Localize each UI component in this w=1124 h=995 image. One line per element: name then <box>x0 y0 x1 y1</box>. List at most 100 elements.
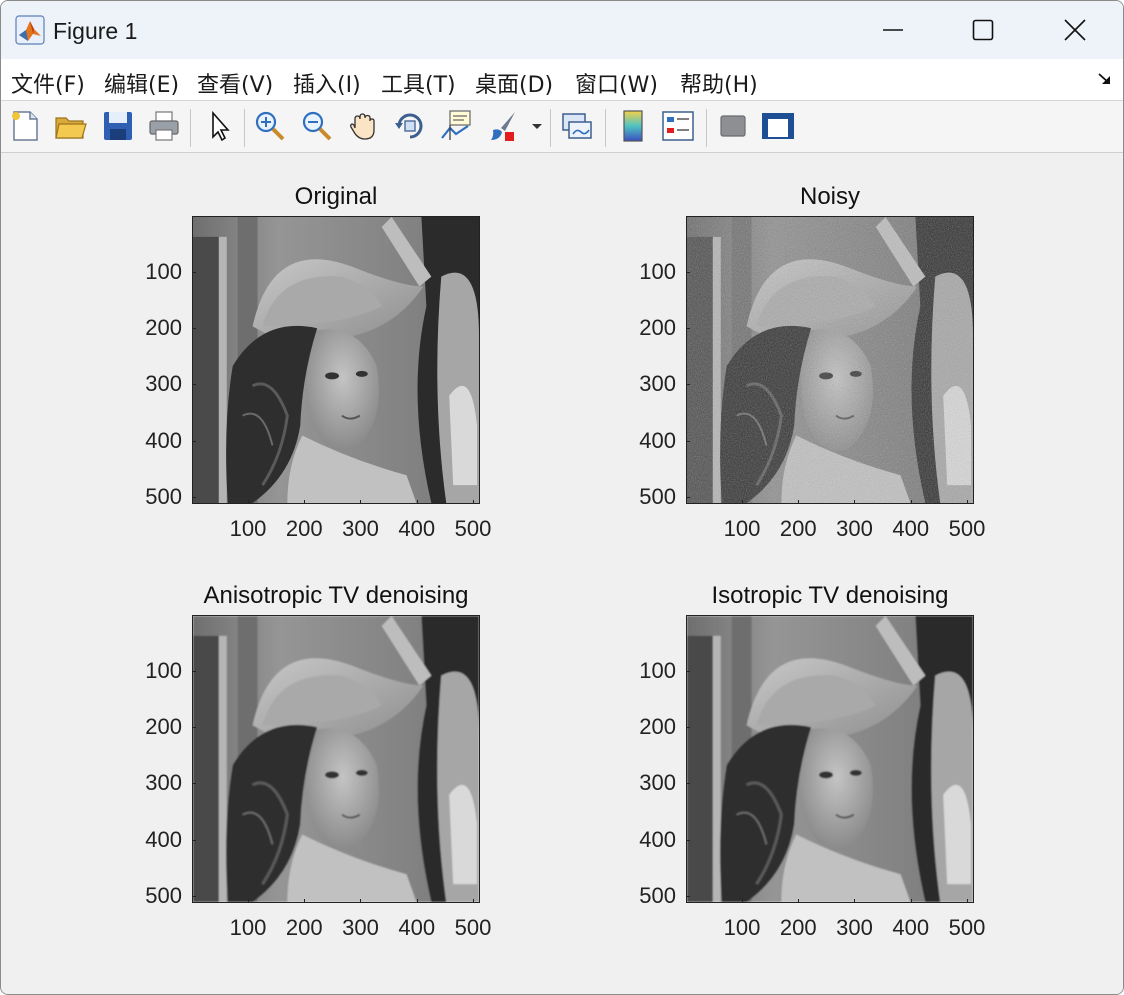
y-tick-label: 300 <box>145 770 182 796</box>
x-tick-label: 500 <box>454 516 492 541</box>
figure-window: Figure 1 文件(F) 编辑(E) 查看(V) 插入(I) 工具(T) 桌… <box>0 0 1124 995</box>
brush-icon[interactable] <box>485 108 521 144</box>
x-tick-mark <box>304 500 306 504</box>
zoom-in-icon[interactable] <box>252 108 288 144</box>
select-arrow-icon[interactable] <box>203 108 239 144</box>
x-tick-mark <box>247 899 249 903</box>
y-tick-mark <box>686 895 690 897</box>
x-tick-label: 300 <box>342 516 379 541</box>
y-tick-mark <box>686 384 690 386</box>
toolbar-separator <box>244 109 245 147</box>
close-icon <box>1064 19 1086 41</box>
open-file-icon[interactable] <box>53 108 89 144</box>
x-tick-label: 200 <box>779 516 817 541</box>
x-tick-label: 300 <box>342 915 379 940</box>
dock-figure-icon[interactable] <box>1097 71 1113 87</box>
y-tick-label: 500 <box>145 483 182 509</box>
close-button[interactable] <box>1029 1 1121 59</box>
y-tick-label: 100 <box>639 258 676 284</box>
menu-edit[interactable]: 编辑(E) <box>104 67 179 99</box>
maximize-icon <box>972 19 994 41</box>
title-bar: Figure 1 <box>1 1 1123 59</box>
x-tick-mark <box>472 500 474 504</box>
save-icon[interactable] <box>100 108 136 144</box>
y-tick-label: 200 <box>145 714 182 740</box>
hide-plot-tools-icon[interactable] <box>715 108 751 144</box>
print-icon[interactable] <box>146 108 182 144</box>
show-plot-tools-icon[interactable] <box>760 108 796 144</box>
y-tick-mark <box>686 670 690 672</box>
axes-title: Anisotropic TV denoising <box>203 582 469 609</box>
y-tick-mark <box>686 839 690 841</box>
menu-tools[interactable]: 工具(T) <box>381 67 456 99</box>
menu-help[interactable]: 帮助(H) <box>680 67 758 99</box>
x-tick-label: 100 <box>229 516 267 541</box>
x-tick-mark <box>741 500 743 504</box>
y-tick-mark <box>192 783 196 785</box>
minimize-button[interactable] <box>847 1 939 59</box>
y-tick-label: 400 <box>145 826 182 852</box>
x-tick-mark <box>416 899 418 903</box>
menu-desktop[interactable]: 桌面(D) <box>475 67 553 99</box>
x-tick-label: 400 <box>892 516 930 541</box>
legend-icon[interactable] <box>660 108 696 144</box>
y-tick-mark <box>192 670 196 672</box>
y-tick-label: 200 <box>639 315 676 341</box>
menu-insert[interactable]: 插入(I) <box>293 67 361 99</box>
image-axes-noisy[interactable] <box>686 216 974 504</box>
x-tick-mark <box>798 899 800 903</box>
y-tick-label: 200 <box>145 315 182 341</box>
x-tick-mark <box>472 899 474 903</box>
x-tick-mark <box>966 899 968 903</box>
menu-view[interactable]: 查看(V) <box>197 67 273 99</box>
x-tick-label: 300 <box>836 516 873 541</box>
maximize-button[interactable] <box>937 1 1029 59</box>
x-tick-mark <box>247 500 249 504</box>
x-tick-mark <box>416 500 418 504</box>
x-tick-mark <box>854 500 856 504</box>
x-tick-mark <box>741 899 743 903</box>
y-tick-mark <box>192 895 196 897</box>
axes-title: Original <box>294 183 378 210</box>
y-tick-label: 300 <box>639 770 676 796</box>
new-figure-icon[interactable] <box>7 108 43 144</box>
x-tick-mark <box>360 500 362 504</box>
y-tick-mark <box>192 271 196 273</box>
x-tick-label: 400 <box>398 915 436 940</box>
minimize-icon <box>883 29 903 31</box>
y-tick-label: 100 <box>145 657 182 683</box>
data-cursor-icon[interactable] <box>438 108 474 144</box>
matlab-logo-icon <box>15 15 45 45</box>
menu-file[interactable]: 文件(F) <box>11 67 85 99</box>
image-axes-original[interactable] <box>192 216 480 504</box>
y-tick-mark <box>192 440 196 442</box>
y-tick-mark <box>686 440 690 442</box>
image-axes-iso[interactable] <box>686 615 974 903</box>
axes-title: Isotropic TV denoising <box>711 582 949 609</box>
x-tick-label: 400 <box>892 915 930 940</box>
image-axes-aniso[interactable] <box>192 615 480 903</box>
rotate-3d-icon[interactable] <box>392 108 428 144</box>
y-tick-label: 300 <box>639 371 676 397</box>
x-tick-mark <box>910 500 912 504</box>
y-tick-label: 400 <box>145 427 182 453</box>
menu-bar: 文件(F) 编辑(E) 查看(V) 插入(I) 工具(T) 桌面(D) 窗口(W… <box>1 59 1123 101</box>
x-tick-label: 500 <box>948 915 986 940</box>
figure-toolbar <box>1 101 1123 153</box>
link-plot-icon[interactable] <box>559 108 595 144</box>
toolbar-separator <box>190 109 191 147</box>
pan-hand-icon[interactable] <box>346 108 382 144</box>
menu-window[interactable]: 窗口(W) <box>575 67 658 99</box>
x-tick-mark <box>910 899 912 903</box>
toolbar-separator <box>605 109 606 147</box>
colorbar-icon[interactable] <box>615 108 651 144</box>
y-tick-mark <box>686 328 690 330</box>
y-tick-label: 400 <box>639 826 676 852</box>
y-tick-label: 500 <box>145 882 182 908</box>
zoom-out-icon[interactable] <box>299 108 335 144</box>
brush-dropdown-icon[interactable] <box>527 108 547 144</box>
toolbar-separator <box>706 109 707 147</box>
x-tick-label: 100 <box>723 516 761 541</box>
y-tick-label: 200 <box>639 714 676 740</box>
x-tick-label: 100 <box>723 915 761 940</box>
